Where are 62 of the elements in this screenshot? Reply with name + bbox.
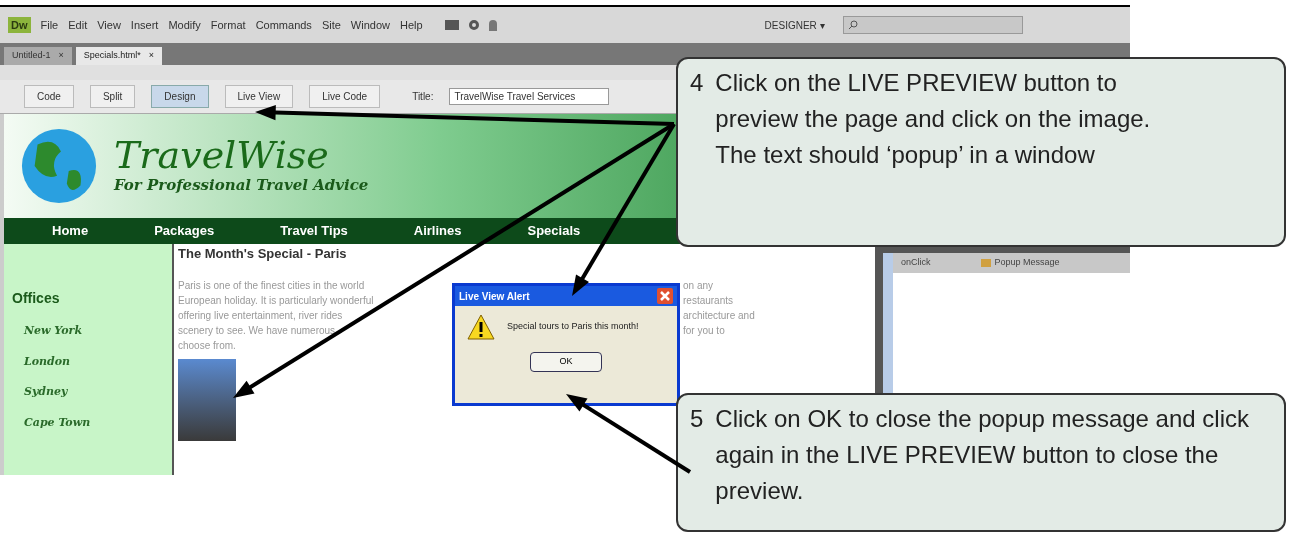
- view-button[interactable]: Design: [151, 85, 209, 108]
- site-logo: TravelWise: [114, 135, 330, 174]
- nav-link[interactable]: Packages: [154, 221, 215, 241]
- instruction-text: Click on the LIVE PREVIEW button to preview the page and click on the image. The text should ‘popup’ in a window: [715, 68, 1152, 170]
- paragraph-line: on any: [683, 278, 715, 293]
- instruction-text: Click on OK to close the popup message and click again in the LIVE PREVIEW button to close the preview.: [715, 404, 1250, 506]
- menu-item[interactable]: Format: [210, 16, 246, 34]
- office-link[interactable]: Sydney: [12, 384, 172, 401]
- view-button[interactable]: Code: [24, 85, 74, 108]
- paragraph-line: scenery to see. We have numerous: [178, 323, 337, 338]
- paragraph-line: restaurants: [683, 293, 735, 308]
- office-link[interactable]: London: [12, 353, 172, 370]
- tab-close-button[interactable]: ×: [58, 49, 64, 63]
- view-button[interactable]: Split: [89, 85, 136, 108]
- nav-link[interactable]: Specials: [527, 221, 581, 241]
- view-button[interactable]: Live View: [224, 85, 294, 108]
- tab-close-button[interactable]: ×: [148, 49, 155, 63]
- title-label: Title:: [412, 90, 434, 104]
- nav-link[interactable]: Home: [52, 221, 89, 241]
- menu-item[interactable]: View: [97, 16, 121, 34]
- site-tagline: For Professional Travel Advice: [114, 174, 369, 196]
- close-button[interactable]: [657, 288, 673, 304]
- dialog-message: Special tours to Paris this month!: [507, 320, 639, 334]
- gear-icon[interactable]: [468, 20, 479, 30]
- person-icon[interactable]: [488, 19, 497, 31]
- paragraph-line: for you to: [683, 323, 726, 338]
- menu-item[interactable]: Window: [350, 16, 390, 34]
- menu-item[interactable]: Modify: [168, 16, 201, 34]
- behavior-row[interactable]: onClick Popup Message: [893, 253, 1130, 273]
- search-field[interactable]: [842, 16, 1023, 34]
- document-tab[interactable]: Specials.html* ×: [75, 47, 163, 65]
- nav-link[interactable]: Travel Tips: [280, 221, 348, 241]
- script-icon: [980, 259, 991, 267]
- paragraph-line: choose from.: [178, 338, 237, 353]
- menu-item[interactable]: File: [40, 16, 59, 34]
- menu-item[interactable]: Insert: [130, 16, 159, 34]
- warning-icon: [467, 314, 495, 340]
- nav-link[interactable]: Airlines: [413, 221, 462, 241]
- search-icon: [847, 20, 858, 30]
- globe-icon: [20, 127, 98, 205]
- paragraph-line: architecture and: [683, 308, 755, 323]
- menu-item[interactable]: Edit: [68, 16, 88, 34]
- menu-item[interactable]: Commands: [255, 16, 312, 34]
- paragraph-line: European holiday. It is particularly wonderful: [178, 293, 375, 308]
- ok-button[interactable]: OK: [530, 352, 602, 372]
- paragraph-line: offering live entertainment, river rides: [178, 308, 344, 323]
- app-logo: Dw: [8, 16, 31, 34]
- paragraph-line: Paris is one of the finest cities in the world: [178, 278, 366, 293]
- menu-item[interactable]: Help: [399, 16, 423, 34]
- document-tab[interactable]: Untitled-1 ×: [4, 47, 72, 65]
- workspace-switcher[interactable]: DESIGNER ▾: [756, 17, 833, 33]
- layout-icon[interactable]: [444, 20, 459, 30]
- step-number: 4: [690, 68, 704, 98]
- page-heading: The Month's Special - Paris: [178, 245, 348, 263]
- dialog-title: Live View Alert: [459, 289, 530, 304]
- office-link[interactable]: New York: [12, 323, 172, 340]
- view-button[interactable]: Live Code: [309, 85, 381, 108]
- step-number: 5: [690, 404, 704, 434]
- sidebar-heading: Offices: [12, 289, 61, 308]
- title-field[interactable]: TravelWise Travel Services: [449, 88, 610, 105]
- office-link[interactable]: Cape Town: [12, 414, 172, 431]
- menu-item[interactable]: Site: [321, 16, 341, 34]
